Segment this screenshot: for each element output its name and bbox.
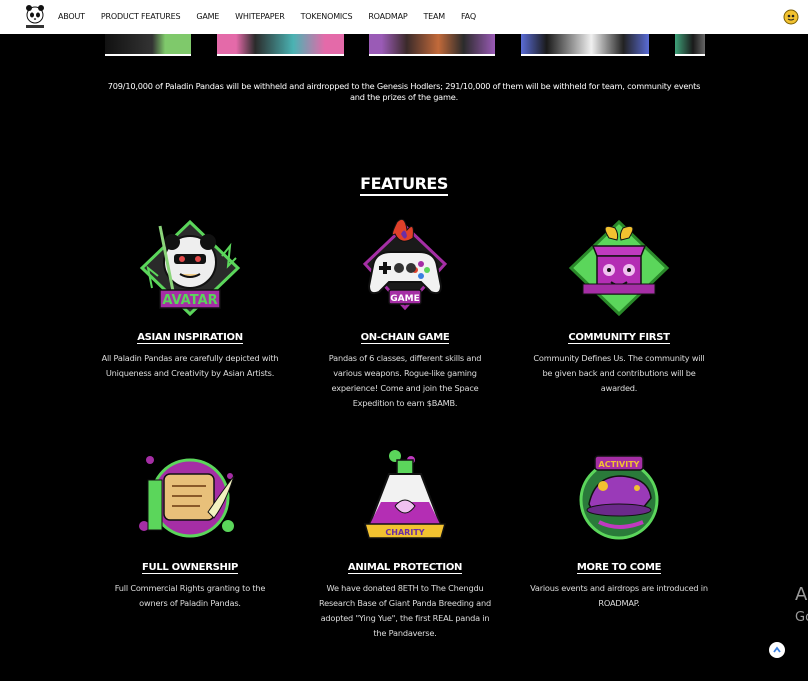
features-heading: FEATURES	[0, 174, 808, 196]
feature-title: ON-CHAIN GAME	[360, 332, 450, 344]
avatar-badge-icon: AVATAR	[139, 219, 241, 317]
genesis-intro-text: 709/10,000 of Paladin Pandas will be wit…	[100, 81, 708, 103]
potion-bottle-icon: CHARITY	[364, 450, 446, 539]
feature-card-animal-protection: CHARITY ANIMAL PROTECTION We have donate…	[310, 446, 500, 641]
feature-description: Pandas of 6 classes, different skills an…	[328, 353, 482, 408]
game-controller-icon: GAME	[362, 218, 448, 311]
scroll-to-top-button[interactable]	[769, 642, 785, 658]
feature-description: All Paladin Pandas are carefully depicte…	[101, 353, 279, 378]
feature-description: Various events and airdrops are introduc…	[530, 583, 708, 608]
feature-card-on-chain-game: GAME ON-CHAIN GAME Pandas of 6 classes, …	[310, 216, 500, 411]
feature-title: COMMUNITY FIRST	[568, 332, 670, 344]
svg-text:CHARITY: CHARITY	[385, 528, 424, 537]
activity-hat-icon: ACTIVITY	[579, 455, 659, 540]
panda-logo-icon[interactable]	[24, 4, 46, 30]
nav-item-tokenomics[interactable]: TOKENOMICS	[301, 12, 353, 21]
gallery-thumb[interactable]	[675, 34, 705, 56]
intro-line-2: and the prizes of the game.	[349, 92, 459, 102]
feature-title: FULL OWNERSHIP	[141, 562, 239, 574]
scroll-quill-icon	[139, 456, 235, 538]
gallery-thumb[interactable]	[521, 34, 649, 56]
nav-item-product-features[interactable]: PRODUCT FEATURES	[101, 12, 181, 21]
nav-menu: ABOUT PRODUCT FEATURES GAME WHITEPAPER T…	[58, 12, 492, 21]
feature-description: We have donated 8ETH to The Chengdu Rese…	[319, 583, 491, 638]
gallery-thumb[interactable]	[369, 34, 495, 56]
svg-text:AVATAR: AVATAR	[162, 293, 217, 308]
feature-card-asian-inspiration: AVATAR ASIAN INSPIRATION All Paladin Pan…	[95, 216, 285, 381]
svg-text:GAME: GAME	[390, 294, 419, 304]
nav-item-faq[interactable]: FAQ	[461, 12, 476, 21]
nav-item-whitepaper[interactable]: WHITEPAPER	[235, 12, 285, 21]
edge-overlay-text: A	[795, 584, 808, 605]
feature-description: Community Defines Us. The community will…	[533, 353, 705, 393]
top-navbar: ABOUT PRODUCT FEATURES GAME WHITEPAPER T…	[0, 0, 808, 34]
intro-line-1: 709/10,000 of Paladin Pandas will be wit…	[107, 81, 701, 91]
gift-box-icon	[568, 219, 670, 317]
edge-overlay-subtext: Go	[795, 610, 808, 625]
feature-title: ANIMAL PROTECTION	[347, 562, 463, 574]
feature-title: MORE TO COME	[576, 562, 662, 574]
nav-item-about[interactable]: ABOUT	[58, 12, 85, 21]
gallery-thumb[interactable]	[105, 34, 191, 56]
gallery-thumb[interactable]	[217, 34, 344, 56]
nav-item-team[interactable]: TEAM	[423, 12, 445, 21]
feature-card-full-ownership: FULL OWNERSHIP Full Commercial Rights gr…	[95, 446, 285, 611]
nav-item-roadmap[interactable]: ROADMAP	[368, 12, 407, 21]
feature-card-more-to-come: ACTIVITY MORE TO COME Various events and…	[524, 446, 714, 611]
feature-description: Full Commercial Rights granting to the o…	[114, 583, 266, 608]
feature-title: ASIAN INSPIRATION	[137, 332, 243, 344]
nav-item-game[interactable]: GAME	[196, 12, 219, 21]
panda-gallery-strip	[0, 34, 808, 56]
svg-text:ACTIVITY: ACTIVITY	[599, 460, 640, 469]
chevron-up-icon	[773, 646, 781, 653]
feature-card-community-first: COMMUNITY FIRST Community Defines Us. Th…	[524, 216, 714, 396]
wallet-connect-icon[interactable]	[782, 8, 800, 26]
